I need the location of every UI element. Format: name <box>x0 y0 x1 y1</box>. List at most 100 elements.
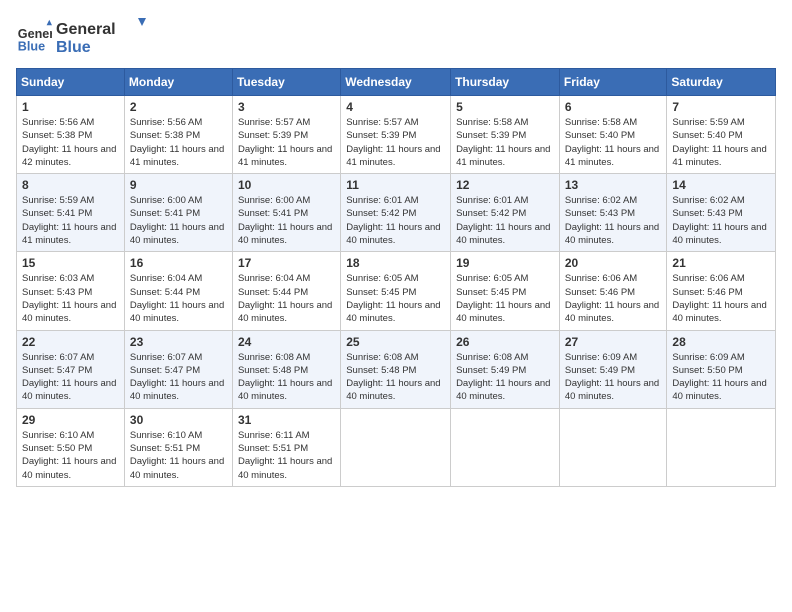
day-info: Sunrise: 6:03 AM Sunset: 5:43 PM Dayligh… <box>22 272 119 325</box>
day-info: Sunrise: 5:59 AM Sunset: 5:40 PM Dayligh… <box>672 116 770 169</box>
day-number: 24 <box>238 335 335 349</box>
calendar-cell: 6 Sunrise: 5:58 AM Sunset: 5:40 PM Daylig… <box>559 96 667 174</box>
calendar-week-5: 29Sunrise: 6:10 AM Sunset: 5:50 PM Dayli… <box>17 408 776 486</box>
calendar-cell: 8 Sunrise: 5:59 AM Sunset: 5:41 PM Daylig… <box>17 174 125 252</box>
day-info: Sunrise: 6:06 AM Sunset: 5:46 PM Dayligh… <box>672 272 770 325</box>
svg-text:Blue: Blue <box>18 39 45 53</box>
calendar-cell <box>451 408 560 486</box>
day-info: Sunrise: 6:09 AM Sunset: 5:49 PM Dayligh… <box>565 351 662 404</box>
day-number: 20 <box>565 256 662 270</box>
day-number: 29 <box>22 413 119 427</box>
day-number: 31 <box>238 413 335 427</box>
day-info: Sunrise: 6:00 AM Sunset: 5:41 PM Dayligh… <box>238 194 335 247</box>
day-number: 3 <box>238 100 335 114</box>
day-info: Sunrise: 6:08 AM Sunset: 5:48 PM Dayligh… <box>346 351 445 404</box>
logo-icon: General Blue <box>16 18 52 54</box>
day-number: 17 <box>238 256 335 270</box>
day-number: 18 <box>346 256 445 270</box>
calendar-header-row: SundayMondayTuesdayWednesdayThursdayFrid… <box>17 69 776 96</box>
day-info: Sunrise: 6:01 AM Sunset: 5:42 PM Dayligh… <box>456 194 554 247</box>
calendar-cell <box>559 408 667 486</box>
calendar-table: SundayMondayTuesdayWednesdayThursdayFrid… <box>16 68 776 487</box>
calendar-cell: 21 Sunrise: 6:06 AM Sunset: 5:46 PM Dayli… <box>667 252 776 330</box>
day-info: Sunrise: 6:10 AM Sunset: 5:51 PM Dayligh… <box>130 429 227 482</box>
calendar-cell: 18 Sunrise: 6:05 AM Sunset: 5:45 PM Dayli… <box>341 252 451 330</box>
calendar-week-3: 15 Sunrise: 6:03 AM Sunset: 5:43 PM Dayli… <box>17 252 776 330</box>
calendar-cell: 30 Sunrise: 6:10 AM Sunset: 5:51 PM Dayli… <box>124 408 232 486</box>
day-number: 22 <box>22 335 119 349</box>
svg-text:Blue: Blue <box>56 39 91 56</box>
calendar-cell: 26 Sunrise: 6:08 AM Sunset: 5:49 PM Dayli… <box>451 330 560 408</box>
day-number: 8 <box>22 178 119 192</box>
day-number: 9 <box>130 178 227 192</box>
day-info: Sunrise: 5:57 AM Sunset: 5:39 PM Dayligh… <box>346 116 445 169</box>
day-number: 11 <box>346 178 445 192</box>
svg-text:General: General <box>56 21 116 38</box>
logo-text: General Blue <box>56 16 146 56</box>
day-number: 21 <box>672 256 770 270</box>
day-number: 13 <box>565 178 662 192</box>
day-number: 15 <box>22 256 119 270</box>
weekday-header-monday: Monday <box>124 69 232 96</box>
day-info: Sunrise: 5:58 AM Sunset: 5:39 PM Dayligh… <box>456 116 554 169</box>
weekday-header-tuesday: Tuesday <box>232 69 340 96</box>
calendar-cell: 20 Sunrise: 6:06 AM Sunset: 5:46 PM Dayli… <box>559 252 667 330</box>
calendar-cell: 4 Sunrise: 5:57 AM Sunset: 5:39 PM Daylig… <box>341 96 451 174</box>
calendar-cell: 15 Sunrise: 6:03 AM Sunset: 5:43 PM Dayli… <box>17 252 125 330</box>
weekday-header-thursday: Thursday <box>451 69 560 96</box>
day-number: 27 <box>565 335 662 349</box>
day-number: 5 <box>456 100 554 114</box>
day-info: Sunrise: 6:07 AM Sunset: 5:47 PM Dayligh… <box>22 351 119 404</box>
weekday-header-friday: Friday <box>559 69 667 96</box>
logo: General Blue General Blue <box>16 16 146 56</box>
day-number: 23 <box>130 335 227 349</box>
day-info: Sunrise: 6:05 AM Sunset: 5:45 PM Dayligh… <box>456 272 554 325</box>
day-info: Sunrise: 6:02 AM Sunset: 5:43 PM Dayligh… <box>672 194 770 247</box>
calendar-cell: 25Sunrise: 6:08 AM Sunset: 5:48 PM Dayli… <box>341 330 451 408</box>
calendar-cell: 1 Sunrise: 5:56 AM Sunset: 5:38 PM Daylig… <box>17 96 125 174</box>
calendar-cell: 14Sunrise: 6:02 AM Sunset: 5:43 PM Dayli… <box>667 174 776 252</box>
day-info: Sunrise: 5:56 AM Sunset: 5:38 PM Dayligh… <box>22 116 119 169</box>
calendar-cell: 10 Sunrise: 6:00 AM Sunset: 5:41 PM Dayli… <box>232 174 340 252</box>
calendar-cell: 27 Sunrise: 6:09 AM Sunset: 5:49 PM Dayli… <box>559 330 667 408</box>
calendar-cell: 2Sunrise: 5:56 AM Sunset: 5:38 PM Daylig… <box>124 96 232 174</box>
calendar-cell: 9 Sunrise: 6:00 AM Sunset: 5:41 PM Daylig… <box>124 174 232 252</box>
day-info: Sunrise: 6:06 AM Sunset: 5:46 PM Dayligh… <box>565 272 662 325</box>
day-info: Sunrise: 6:04 AM Sunset: 5:44 PM Dayligh… <box>238 272 335 325</box>
calendar-cell: 5 Sunrise: 5:58 AM Sunset: 5:39 PM Daylig… <box>451 96 560 174</box>
calendar-cell: 24 Sunrise: 6:08 AM Sunset: 5:48 PM Dayli… <box>232 330 340 408</box>
day-number: 16 <box>130 256 227 270</box>
calendar-cell: 23 Sunrise: 6:07 AM Sunset: 5:47 PM Dayli… <box>124 330 232 408</box>
day-info: Sunrise: 5:58 AM Sunset: 5:40 PM Dayligh… <box>565 116 662 169</box>
calendar-cell: 16 Sunrise: 6:04 AM Sunset: 5:44 PM Dayli… <box>124 252 232 330</box>
day-info: Sunrise: 6:07 AM Sunset: 5:47 PM Dayligh… <box>130 351 227 404</box>
calendar-cell: 19 Sunrise: 6:05 AM Sunset: 5:45 PM Dayli… <box>451 252 560 330</box>
calendar-week-4: 22 Sunrise: 6:07 AM Sunset: 5:47 PM Dayli… <box>17 330 776 408</box>
weekday-header-saturday: Saturday <box>667 69 776 96</box>
day-info: Sunrise: 6:01 AM Sunset: 5:42 PM Dayligh… <box>346 194 445 247</box>
day-number: 6 <box>565 100 662 114</box>
day-info: Sunrise: 6:09 AM Sunset: 5:50 PM Dayligh… <box>672 351 770 404</box>
day-info: Sunrise: 5:56 AM Sunset: 5:38 PM Dayligh… <box>130 116 227 169</box>
day-info: Sunrise: 6:11 AM Sunset: 5:51 PM Dayligh… <box>238 429 335 482</box>
calendar-cell: 22 Sunrise: 6:07 AM Sunset: 5:47 PM Dayli… <box>17 330 125 408</box>
calendar-cell: 28Sunrise: 6:09 AM Sunset: 5:50 PM Dayli… <box>667 330 776 408</box>
day-number: 30 <box>130 413 227 427</box>
day-info: Sunrise: 6:05 AM Sunset: 5:45 PM Dayligh… <box>346 272 445 325</box>
day-info: Sunrise: 6:04 AM Sunset: 5:44 PM Dayligh… <box>130 272 227 325</box>
day-info: Sunrise: 5:59 AM Sunset: 5:41 PM Dayligh… <box>22 194 119 247</box>
calendar-cell <box>341 408 451 486</box>
calendar-week-1: 1 Sunrise: 5:56 AM Sunset: 5:38 PM Daylig… <box>17 96 776 174</box>
calendar-cell: 17 Sunrise: 6:04 AM Sunset: 5:44 PM Dayli… <box>232 252 340 330</box>
page-header: General Blue General Blue <box>16 16 776 56</box>
day-number: 4 <box>346 100 445 114</box>
day-number: 26 <box>456 335 554 349</box>
day-number: 1 <box>22 100 119 114</box>
day-info: Sunrise: 6:08 AM Sunset: 5:49 PM Dayligh… <box>456 351 554 404</box>
calendar-cell: 13Sunrise: 6:02 AM Sunset: 5:43 PM Dayli… <box>559 174 667 252</box>
day-info: Sunrise: 5:57 AM Sunset: 5:39 PM Dayligh… <box>238 116 335 169</box>
day-number: 19 <box>456 256 554 270</box>
day-info: Sunrise: 6:08 AM Sunset: 5:48 PM Dayligh… <box>238 351 335 404</box>
day-number: 10 <box>238 178 335 192</box>
day-info: Sunrise: 6:00 AM Sunset: 5:41 PM Dayligh… <box>130 194 227 247</box>
